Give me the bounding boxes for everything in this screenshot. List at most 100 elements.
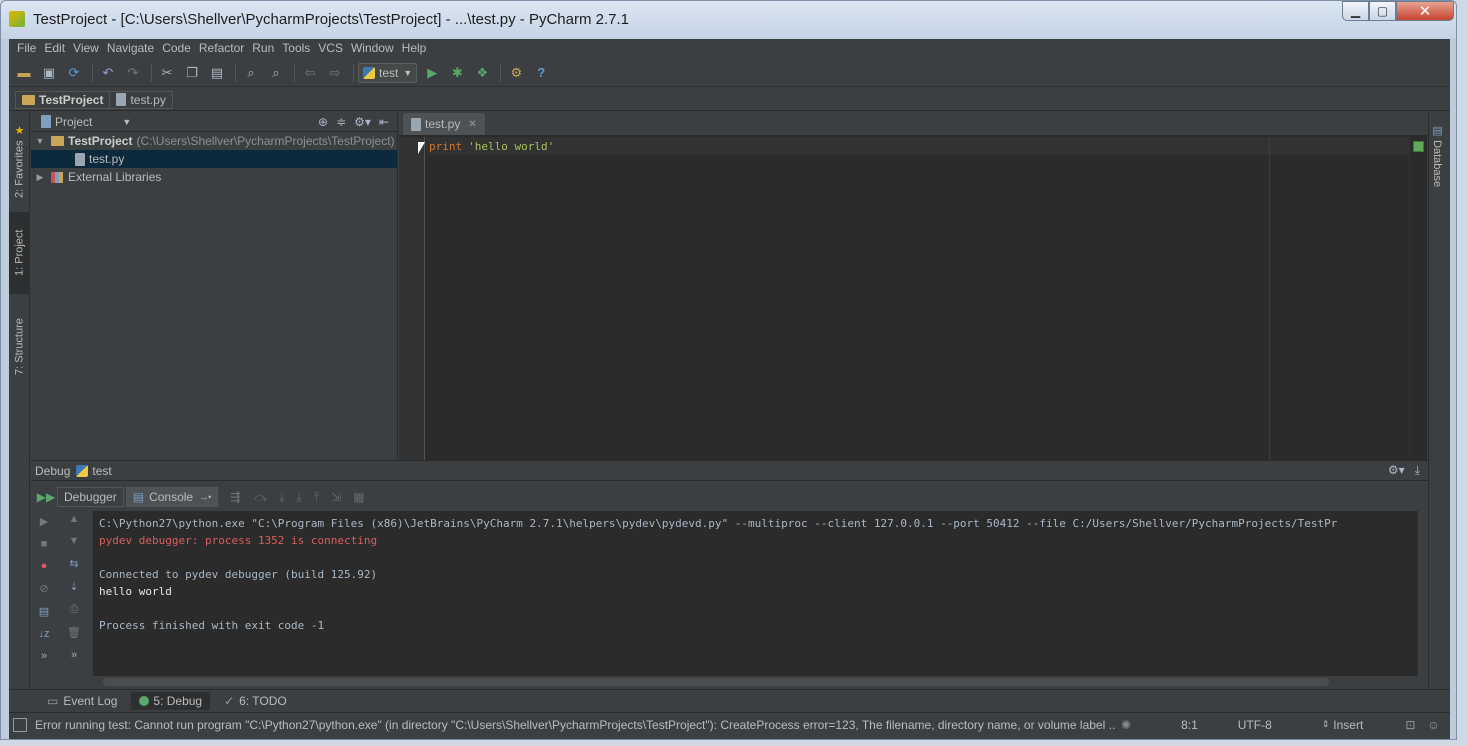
- collapse-all-icon[interactable]: ≑: [336, 115, 346, 129]
- run-to-cursor-icon[interactable]: ⇲: [331, 490, 341, 504]
- save-icon[interactable]: ▣: [38, 62, 60, 84]
- insert-mode[interactable]: Insert: [1333, 718, 1363, 732]
- up-icon[interactable]: ▲: [69, 513, 80, 525]
- tab-structure[interactable]: 7: Structure: [9, 302, 30, 392]
- clear-icon[interactable]: 🗑: [67, 626, 81, 639]
- settings-icon[interactable]: ⚙: [505, 62, 527, 84]
- breadcrumb-project[interactable]: TestProject: [15, 90, 110, 109]
- debug-icon[interactable]: ✱: [446, 62, 468, 84]
- tree-root-project[interactable]: ▼ TestProject (C:\Users\Shellver\Pycharm…: [31, 132, 397, 150]
- rerun-icon[interactable]: ▶: [40, 515, 48, 528]
- tab-event-log[interactable]: ▭ Event Log: [39, 692, 125, 710]
- tab-debug[interactable]: 5: Debug: [131, 691, 211, 710]
- minimize-button[interactable]: ▁: [1342, 1, 1369, 21]
- horizontal-scrollbar[interactable]: [103, 678, 1329, 686]
- cut-icon[interactable]: ✂: [156, 62, 178, 84]
- menu-vcs[interactable]: VCS: [314, 39, 347, 57]
- menu-file[interactable]: File: [13, 39, 40, 57]
- toolbar-separator: [235, 63, 236, 82]
- step-into-icon[interactable]: ⤓: [279, 490, 284, 505]
- replace-icon[interactable]: ⌕: [265, 62, 287, 84]
- open-folder-icon[interactable]: ▬: [13, 62, 35, 84]
- todo-icon: ✓: [224, 693, 235, 708]
- menu-code[interactable]: Code: [158, 39, 195, 57]
- tab-todo[interactable]: ✓ 6: TODO: [216, 692, 295, 710]
- console-line: Process finished with exit code -1: [99, 619, 325, 632]
- copy-icon[interactable]: ❐: [181, 62, 203, 84]
- console-line: pydev debugger: process 1352 is connecti…: [99, 534, 378, 547]
- title-bar[interactable]: TestProject - [C:\Users\Shellver\Pycharm…: [1, 1, 1456, 39]
- project-view-select[interactable]: Project ▼: [41, 115, 131, 129]
- inspector-icon[interactable]: ☺: [1427, 718, 1439, 732]
- gear-icon[interactable]: ⚙▾: [354, 115, 371, 129]
- scroll-to-end-icon[interactable]: ⇣: [69, 580, 78, 593]
- run-config-select[interactable]: test ▼: [358, 62, 418, 83]
- more-icon[interactable]: »: [71, 649, 77, 661]
- tree-file-test-py[interactable]: test.py: [31, 150, 397, 168]
- layout-icon[interactable]: ▤: [39, 605, 49, 618]
- menu-tools[interactable]: Tools: [278, 39, 314, 57]
- step-out-icon[interactable]: ⤒: [314, 490, 319, 505]
- menu-edit[interactable]: Edit: [40, 39, 69, 57]
- code-line[interactable]: print 'hello world': [426, 137, 1409, 155]
- tab-favorites[interactable]: 2: Favorites ★: [9, 120, 30, 202]
- soft-wrap-icon[interactable]: ⇆: [69, 557, 78, 570]
- forward-icon[interactable]: ⇨: [324, 62, 346, 84]
- paste-icon[interactable]: ▤: [206, 62, 228, 84]
- maximize-button[interactable]: ▢: [1369, 1, 1396, 21]
- find-icon[interactable]: ⌕: [240, 62, 262, 84]
- help-icon[interactable]: ?: [530, 62, 552, 84]
- coverage-icon[interactable]: ❖: [471, 62, 493, 84]
- print-icon[interactable]: ⎙: [70, 603, 79, 616]
- sort-icon[interactable]: ↓z: [39, 628, 50, 640]
- more-icon[interactable]: »: [41, 650, 47, 662]
- tab-console[interactable]: ▤ Console →•: [125, 487, 219, 507]
- file-encoding[interactable]: UTF-8: [1238, 718, 1272, 732]
- stop-icon[interactable]: ■: [41, 538, 48, 550]
- menu-run[interactable]: Run: [248, 39, 278, 57]
- status-message[interactable]: Error running test: Cannot run program "…: [35, 718, 1115, 732]
- library-icon: [51, 171, 63, 183]
- menu-window[interactable]: Window: [347, 39, 398, 57]
- redo-icon[interactable]: ↷: [122, 62, 144, 84]
- menu-view[interactable]: View: [69, 39, 103, 57]
- evaluate-icon[interactable]: ▦: [353, 490, 364, 504]
- mute-breakpoints-icon[interactable]: ⊘: [39, 582, 48, 595]
- editor-gutter[interactable]: [399, 137, 425, 460]
- tree-external-libraries[interactable]: ▶ External Libraries: [31, 168, 397, 186]
- scroll-from-source-icon[interactable]: ⊕: [318, 115, 328, 129]
- show-execution-point-icon[interactable]: ⇶: [230, 490, 240, 504]
- editor-tab-test-py[interactable]: test.py ✕: [403, 113, 485, 135]
- lock-icon[interactable]: ⊡: [1405, 718, 1415, 732]
- menu-refactor[interactable]: Refactor: [195, 39, 248, 57]
- hide-panel-icon[interactable]: ⇤: [379, 115, 389, 129]
- close-button[interactable]: ✕: [1396, 1, 1454, 21]
- hide-panel-icon[interactable]: ⤓: [1415, 463, 1420, 478]
- close-icon[interactable]: ✕: [468, 119, 476, 130]
- run-icon[interactable]: ▶: [421, 62, 443, 84]
- inspection-ok-icon[interactable]: [1413, 141, 1424, 152]
- back-icon[interactable]: ⇦: [299, 62, 321, 84]
- undo-icon[interactable]: ↶: [97, 62, 119, 84]
- tab-debugger[interactable]: Debugger: [57, 487, 124, 507]
- ide-window: TestProject - [C:\Users\Shellver\Pycharm…: [0, 0, 1457, 740]
- view-breakpoints-icon[interactable]: ●: [41, 560, 48, 572]
- expand-arrow-icon[interactable]: ▼: [33, 136, 47, 146]
- down-icon[interactable]: ▼: [69, 535, 80, 547]
- caret-position[interactable]: 8:1: [1181, 718, 1198, 732]
- debug-console[interactable]: C:\Python27\python.exe "C:\Program Files…: [93, 511, 1418, 676]
- breadcrumb-file[interactable]: test.py: [109, 90, 173, 109]
- code-area[interactable]: print 'hello world': [426, 137, 1409, 460]
- resume-icon[interactable]: ▶▶: [35, 490, 57, 504]
- window-title: TestProject - [C:\Users\Shellver\Pycharm…: [33, 11, 630, 28]
- force-step-into-icon[interactable]: ⤓: [296, 490, 301, 505]
- tab-database[interactable]: ▤ Database: [1431, 124, 1444, 187]
- expand-arrow-icon[interactable]: ▶: [33, 172, 47, 183]
- menu-help[interactable]: Help: [398, 39, 431, 57]
- status-toggle-icon[interactable]: [13, 717, 27, 732]
- step-over-icon[interactable]: ⤼: [254, 490, 267, 505]
- gear-icon[interactable]: ⚙▾: [1388, 463, 1405, 478]
- sync-icon[interactable]: ⟳: [63, 62, 85, 84]
- tab-project[interactable]: 1: Project: [9, 212, 30, 294]
- menu-navigate[interactable]: Navigate: [103, 39, 158, 57]
